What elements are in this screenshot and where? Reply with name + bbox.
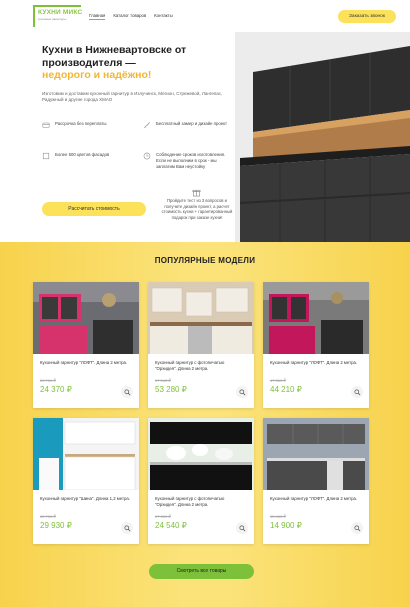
search-icon[interactable]	[121, 386, 133, 398]
product-old-price: 32 750 ₽	[40, 514, 56, 519]
product-card[interactable]: Кухонный гарнитур "ЛОФТ". Длина 2 метра.…	[33, 282, 139, 408]
feature-colors-label: Более 500 цветов фасадов	[55, 152, 110, 157]
product-name: Кухонный гарнитур с фотопечатью "Орхидея…	[155, 360, 225, 371]
product-price: 24 540 ₽	[155, 521, 187, 530]
hero-section: Кухни в Нижневартовске от производителя …	[0, 32, 410, 242]
feature-measure: Бесплатный замер и дизайн проект	[143, 121, 235, 129]
product-image	[148, 282, 254, 354]
section-title: ПОПУЛЯРНЫЕ МОДЕЛИ	[154, 256, 256, 265]
product-image	[33, 282, 139, 354]
product-image	[263, 282, 369, 354]
search-icon[interactable]	[351, 386, 363, 398]
product-card[interactable]: Кухонный гарнитур с фотопечатью "Орхидея…	[148, 418, 254, 544]
ruler-icon	[143, 121, 151, 129]
product-image	[33, 418, 139, 490]
credit-card-icon	[42, 122, 50, 128]
search-icon[interactable]	[236, 522, 248, 534]
site-header: КУХНИ МИКС кухонные гарнитуры Главная Ка…	[0, 0, 410, 32]
search-icon[interactable]	[351, 522, 363, 534]
product-image	[148, 418, 254, 490]
product-card[interactable]: Кухонный гарнитур "ЛОФТ". Длина 2 метра.…	[263, 418, 369, 544]
search-icon[interactable]	[236, 386, 248, 398]
product-card[interactable]: Кухонный гарнитур "Шина". Длина 1,2 метр…	[33, 418, 139, 544]
feature-deadline-label: Соблюдение сроков изготовления. Если не …	[156, 152, 226, 169]
popular-models-section: ПОПУЛЯРНЫЕ МОДЕЛИ Кухонный гарнитур "ЛОФ…	[0, 242, 410, 607]
product-name: Кухонный гарнитур "ЛОФТ". Длина 2 метра.	[270, 360, 358, 365]
hero-kitchen-image	[235, 32, 410, 242]
product-name: Кухонный гарнитур "ЛОФТ". Длина 2 метра.	[40, 360, 128, 365]
view-all-products-button[interactable]: Смотреть все товары	[149, 564, 254, 579]
product-price: 44 210 ₽	[270, 385, 302, 394]
logo-text: КУХНИ МИКС	[38, 9, 83, 16]
main-nav: Главная Каталог товаров Контакты	[89, 13, 173, 20]
product-old-price: 26 760 ₽	[40, 378, 56, 383]
feature-installment-label: Рассрочка без переплаты	[55, 121, 107, 126]
logo-subtext: кухонные гарнитуры	[38, 17, 67, 21]
hero-title: Кухни в Нижневартовске от производителя …	[42, 44, 187, 69]
product-old-price: 47 360 ₽	[270, 378, 286, 383]
product-old-price: 27 350 ₽	[155, 514, 171, 519]
promo-text: Пройдите тест из 3 вопросов и получите д…	[161, 198, 233, 220]
feature-deadline: Соблюдение сроков изготовления. Если не …	[143, 152, 233, 169]
nav-catalog[interactable]: Каталог товаров	[113, 13, 146, 20]
palette-icon	[42, 152, 50, 160]
feature-colors: Более 500 цветов фасадов	[42, 152, 134, 160]
product-price: 29 930 ₽	[40, 521, 72, 530]
hero-text: Кухни в Нижневартовске от производителя …	[42, 44, 252, 104]
product-price: 53 280 ₽	[155, 385, 187, 394]
hero-description: Изготовим и доставим кухонный гарнитур в…	[42, 90, 223, 103]
product-name: Кухонный гарнитур с фотопечатью "Орхидея…	[155, 496, 225, 507]
product-price: 14 900 ₽	[270, 521, 302, 530]
hero-title-accent: недорого и надёжно!	[42, 69, 152, 81]
feature-measure-label: Бесплатный замер и дизайн проект	[156, 121, 228, 126]
nav-contacts[interactable]: Контакты	[154, 13, 173, 20]
product-price: 24 370 ₽	[40, 385, 72, 394]
calc-cost-button[interactable]: Рассчитать стоимость	[42, 202, 146, 216]
feature-installment: Рассрочка без переплаты	[42, 121, 132, 129]
clock-icon	[143, 152, 151, 160]
product-image	[263, 418, 369, 490]
product-old-price: 57 540 ₽	[155, 378, 171, 383]
gift-icon	[192, 189, 201, 197]
product-old-price: 15 480 ₽	[270, 514, 286, 519]
product-name: Кухонный гарнитур "Шина". Длина 1,2 метр…	[40, 496, 130, 501]
product-name: Кухонный гарнитур "ЛОФТ". Длина 2 метра.	[270, 496, 358, 501]
product-card[interactable]: Кухонный гарнитур "ЛОФТ". Длина 2 метра.…	[263, 282, 369, 408]
call-request-button[interactable]: Заказать звонок	[338, 9, 396, 23]
product-card[interactable]: Кухонный гарнитур с фотопечатью "Орхидея…	[148, 282, 254, 408]
logo[interactable]: КУХНИ МИКС кухонные гарнитуры	[33, 5, 83, 27]
search-icon[interactable]	[121, 522, 133, 534]
nav-home[interactable]: Главная	[89, 13, 106, 20]
